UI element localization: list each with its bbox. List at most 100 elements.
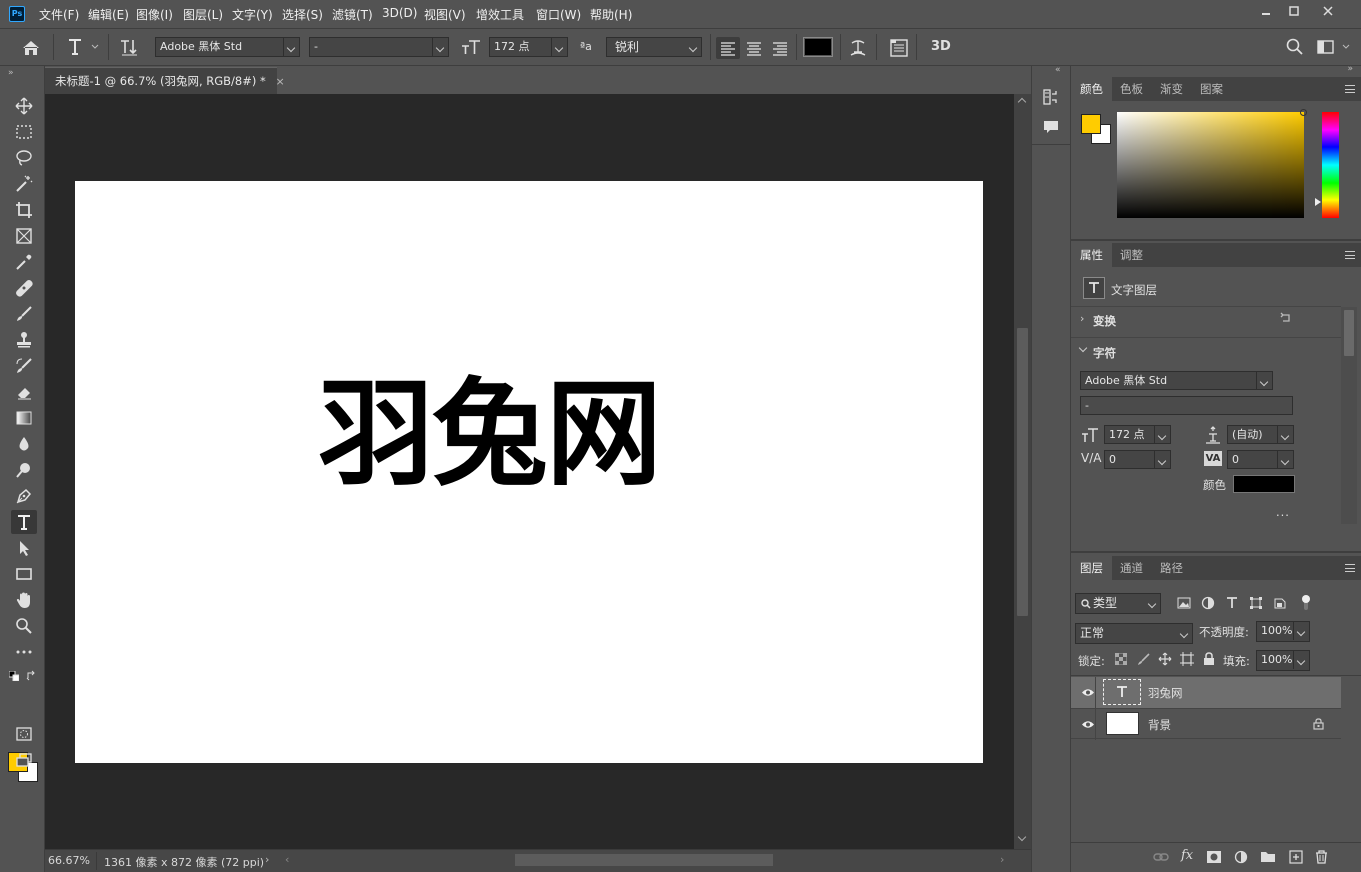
font-family-select[interactable]: Adobe 黑体 Std xyxy=(155,37,300,57)
frame-tool[interactable] xyxy=(11,224,37,248)
eyedropper-tool[interactable] xyxy=(11,250,37,274)
zoom-tool[interactable] xyxy=(11,614,37,638)
default-colors-button[interactable] xyxy=(9,671,19,681)
tab-swatches[interactable]: 色板 xyxy=(1111,77,1152,101)
scroll-left-icon[interactable]: ‹ xyxy=(285,853,289,866)
crop-tool[interactable] xyxy=(11,198,37,222)
collapse-dock-icon[interactable]: « xyxy=(1055,65,1061,75)
menu-file[interactable]: 文件(F) xyxy=(39,6,79,23)
collapse-toolbar-icon[interactable]: » xyxy=(8,68,14,78)
collapse-panels-icon[interactable]: » xyxy=(1347,64,1353,74)
marquee-tool[interactable] xyxy=(11,120,37,144)
zoom-level[interactable]: 66.67% xyxy=(48,854,90,867)
path-selection-tool[interactable] xyxy=(11,536,37,560)
panel-menu-icon[interactable] xyxy=(1345,85,1355,93)
quick-mask-button[interactable] xyxy=(11,722,37,746)
scroll-up-icon[interactable] xyxy=(1017,97,1027,107)
type-tool[interactable] xyxy=(11,510,37,534)
tab-channels[interactable]: 通道 xyxy=(1111,556,1152,580)
hue-slider[interactable] xyxy=(1322,112,1339,218)
align-left-button[interactable] xyxy=(716,37,740,59)
pen-tool[interactable] xyxy=(11,484,37,508)
tab-patterns[interactable]: 图案 xyxy=(1191,77,1232,101)
more-options-icon[interactable]: ... xyxy=(1276,505,1290,519)
tab-adjustments[interactable]: 调整 xyxy=(1111,243,1152,267)
workspace-button[interactable] xyxy=(1316,38,1354,56)
warp-text-button[interactable] xyxy=(847,37,869,59)
font-size-input[interactable]: 172 点 xyxy=(489,37,568,57)
font-style-select[interactable]: - xyxy=(309,37,449,57)
hue-slider-handle[interactable] xyxy=(1315,198,1321,206)
lock-all-button[interactable] xyxy=(1203,652,1215,666)
panel-foreground-swatch[interactable] xyxy=(1081,114,1101,134)
scroll-right-icon[interactable]: › xyxy=(1000,853,1004,866)
layer-name[interactable]: 羽兔网 xyxy=(1148,685,1183,701)
brush-tool[interactable] xyxy=(11,302,37,326)
maximize-button[interactable] xyxy=(1280,1,1308,21)
reset-transform-button[interactable] xyxy=(1279,311,1293,325)
clone-stamp-tool[interactable] xyxy=(11,328,37,352)
dodge-tool[interactable] xyxy=(11,458,37,482)
props-font-style-select[interactable]: - xyxy=(1080,396,1293,415)
tab-paths[interactable]: 路径 xyxy=(1151,556,1192,580)
new-group-button[interactable] xyxy=(1260,850,1276,863)
tool-preset-picker[interactable] xyxy=(66,37,100,57)
color-picker-cursor[interactable] xyxy=(1300,109,1307,116)
props-kerning-input[interactable]: 0 xyxy=(1104,450,1171,469)
magic-wand-tool[interactable] xyxy=(11,172,37,196)
menu-layer[interactable]: 图层(L) xyxy=(183,6,223,23)
fill-input[interactable]: 100% xyxy=(1256,650,1310,671)
status-menu-icon[interactable]: › xyxy=(265,853,269,866)
menu-select[interactable]: 选择(S) xyxy=(282,6,323,23)
lock-position-button[interactable] xyxy=(1158,652,1172,666)
menu-help[interactable]: 帮助(H) xyxy=(590,6,632,23)
properties-scrollbar[interactable] xyxy=(1341,307,1357,524)
color-field[interactable] xyxy=(1117,109,1307,218)
filter-adjustment-button[interactable] xyxy=(1201,596,1215,610)
search-button[interactable] xyxy=(1286,38,1304,56)
opacity-input[interactable]: 100% xyxy=(1256,621,1310,642)
horizontal-scroll-thumb[interactable] xyxy=(515,854,773,866)
move-tool[interactable] xyxy=(11,94,37,118)
toggle-text-orientation[interactable] xyxy=(119,37,139,57)
menu-view[interactable]: 视图(V) xyxy=(424,6,466,23)
blur-tool[interactable] xyxy=(11,432,37,456)
filter-pixel-button[interactable] xyxy=(1177,596,1191,610)
layer-filter-select[interactable]: 类型 xyxy=(1075,593,1161,614)
transform-section[interactable]: 变换 xyxy=(1093,313,1116,329)
rectangle-tool[interactable] xyxy=(11,562,37,586)
gradient-tool[interactable] xyxy=(11,406,37,430)
character-section[interactable]: 字符 xyxy=(1093,345,1116,361)
new-adjustment-button[interactable] xyxy=(1234,850,1248,864)
swap-colors-button[interactable] xyxy=(26,670,37,681)
menu-window[interactable]: 窗口(W) xyxy=(536,6,581,23)
history-panel-button[interactable] xyxy=(1042,88,1060,106)
layer-name[interactable]: 背景 xyxy=(1148,717,1171,733)
layer-row[interactable]: 背景 xyxy=(1071,708,1341,740)
layer-visibility-toggle[interactable] xyxy=(1081,720,1095,729)
fx-icon[interactable]: fx xyxy=(1181,848,1193,863)
3d-button[interactable]: 3D xyxy=(931,39,951,54)
minimize-button[interactable] xyxy=(1252,1,1280,21)
menu-type[interactable]: 文字(Y) xyxy=(232,6,273,23)
layer-visibility-toggle[interactable] xyxy=(1081,688,1095,697)
delete-layer-button[interactable] xyxy=(1315,850,1328,864)
align-center-button[interactable] xyxy=(742,37,766,59)
panel-menu-icon[interactable] xyxy=(1345,564,1355,572)
props-font-family-select[interactable]: Adobe 黑体 Std xyxy=(1080,371,1273,390)
eraser-tool[interactable] xyxy=(11,380,37,404)
align-right-button[interactable] xyxy=(768,37,792,59)
home-button[interactable] xyxy=(21,39,41,56)
props-font-size-input[interactable]: 172 点 xyxy=(1104,425,1171,444)
document-tab[interactable]: 未标题-1 @ 66.7% (羽兔网, RGB/8#) * × xyxy=(45,67,285,94)
tab-layers[interactable]: 图层 xyxy=(1071,556,1112,580)
menu-filter[interactable]: 滤镜(T) xyxy=(332,6,373,23)
lasso-tool[interactable] xyxy=(11,146,37,170)
chevron-right-icon[interactable]: › xyxy=(1080,312,1084,325)
menu-image[interactable]: 图像(I) xyxy=(136,6,173,23)
add-mask-button[interactable] xyxy=(1206,850,1222,864)
antialias-select[interactable]: 锐利 xyxy=(606,37,702,57)
panel-menu-icon[interactable] xyxy=(1345,251,1355,259)
properties-scroll-thumb[interactable] xyxy=(1344,310,1354,356)
new-layer-button[interactable] xyxy=(1289,850,1303,864)
